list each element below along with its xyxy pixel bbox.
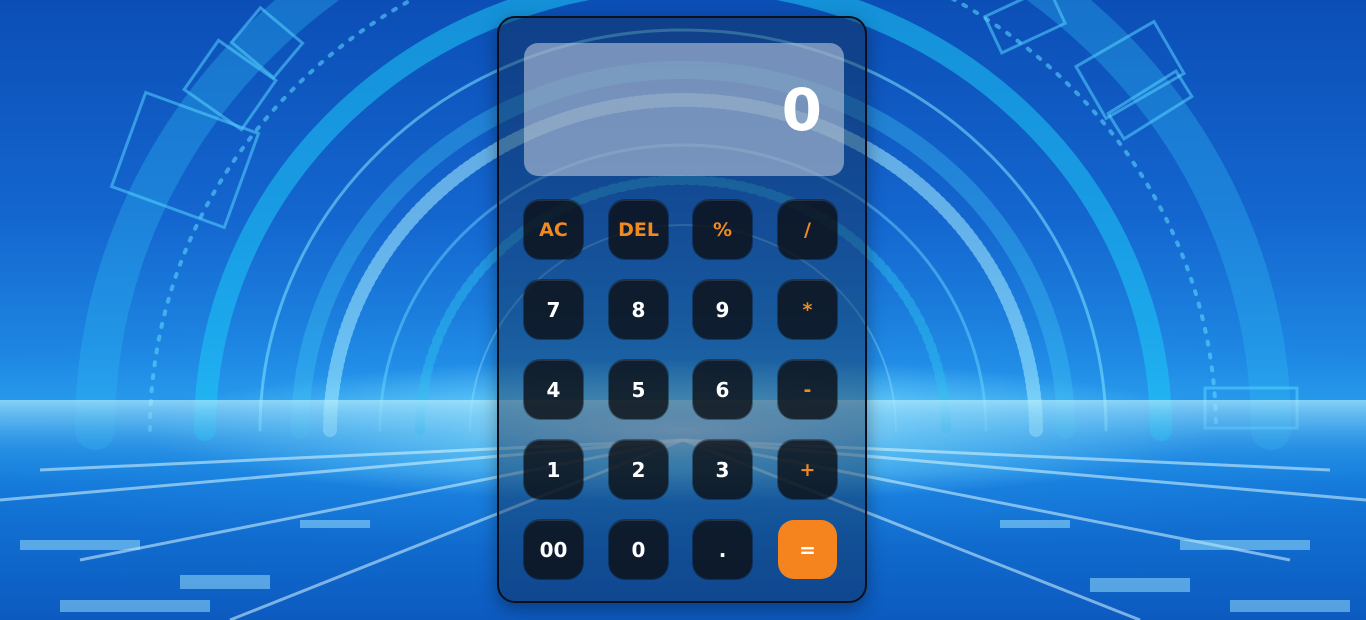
digit-7-button[interactable]: 7 <box>524 280 583 339</box>
equals-button[interactable]: = <box>778 520 837 579</box>
digit-2-button[interactable]: 2 <box>609 440 668 499</box>
digit-9-button[interactable]: 9 <box>693 280 752 339</box>
digit-3-button[interactable]: 3 <box>693 440 752 499</box>
digit-5-button[interactable]: 5 <box>609 360 668 419</box>
calculator: 0 AC DEL % / 7 8 9 * 4 5 6 - 1 2 3 + 00 … <box>497 16 867 603</box>
digit-4-button[interactable]: 4 <box>524 360 583 419</box>
divide-button[interactable]: / <box>778 200 837 259</box>
double-zero-button[interactable]: 00 <box>524 520 583 579</box>
digit-8-button[interactable]: 8 <box>609 280 668 339</box>
percent-button[interactable]: % <box>693 200 752 259</box>
delete-button[interactable]: DEL <box>609 200 668 259</box>
subtract-button[interactable]: - <box>778 360 837 419</box>
decimal-button[interactable]: . <box>693 520 752 579</box>
add-button[interactable]: + <box>778 440 837 499</box>
display-value: 0 <box>781 75 822 144</box>
calculator-display: 0 <box>524 43 844 176</box>
multiply-button[interactable]: * <box>778 280 837 339</box>
clear-all-button[interactable]: AC <box>524 200 583 259</box>
digit-0-button[interactable]: 0 <box>609 520 668 579</box>
digit-1-button[interactable]: 1 <box>524 440 583 499</box>
digit-6-button[interactable]: 6 <box>693 360 752 419</box>
